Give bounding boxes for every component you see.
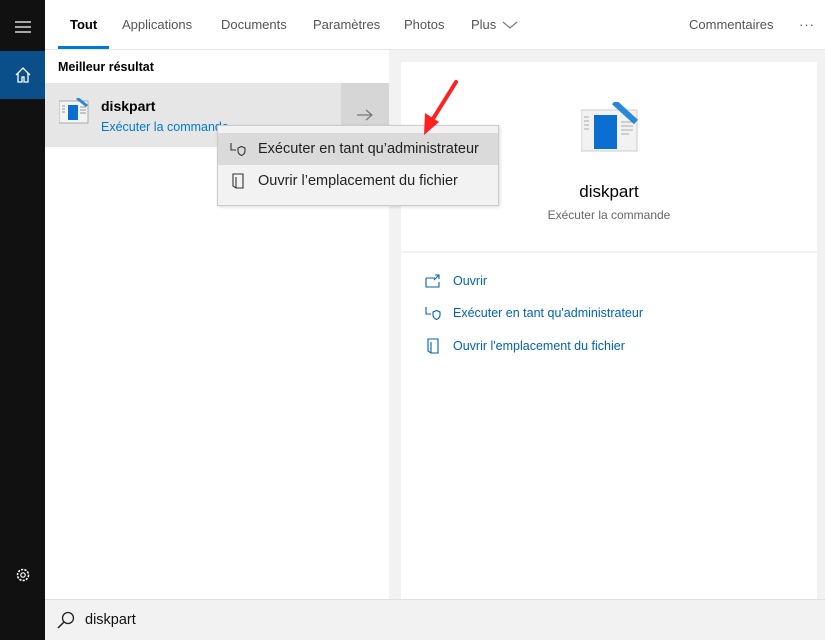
tab-tout[interactable]: Tout	[57, 0, 110, 49]
tab-plus-label: Plus	[471, 17, 497, 32]
action-open-location[interactable]: Ouvrir l'emplacement du fichier	[425, 338, 625, 354]
tab-parametres[interactable]: Paramètres	[313, 0, 380, 49]
search-bar[interactable]: diskpart	[45, 599, 825, 640]
tab-photos[interactable]: Photos	[404, 0, 444, 49]
search-input[interactable]: diskpart	[85, 612, 136, 628]
diskpart-app-icon	[59, 98, 89, 124]
folder-location-icon	[232, 173, 244, 189]
diskpart-large-icon	[581, 102, 639, 152]
context-run-as-admin-label: Exécuter en tant qu’administrateur	[258, 141, 479, 157]
settings-button[interactable]	[0, 551, 45, 599]
shield-icon	[425, 307, 441, 320]
gear-icon	[16, 568, 29, 582]
tab-documents[interactable]: Documents	[221, 0, 287, 49]
more-options-button[interactable]: ···	[799, 0, 815, 49]
open-icon	[425, 274, 440, 288]
tab-applications[interactable]: Applications	[122, 0, 192, 49]
hamburger-icon	[14, 21, 31, 33]
tab-plus[interactable]: Plus	[471, 0, 518, 49]
tab-bar: Tout Applications Documents Paramètres P…	[45, 0, 825, 50]
search-icon	[57, 611, 75, 629]
chevron-down-icon	[502, 21, 518, 29]
context-open-location[interactable]: Ouvrir l’emplacement du fichier	[218, 165, 498, 197]
arrow-right-icon	[357, 109, 373, 121]
action-run-as-admin-label: Exécuter en tant qu'administrateur	[453, 306, 643, 320]
shield-icon	[230, 143, 246, 156]
best-result-name: diskpart	[101, 98, 156, 114]
context-open-location-label: Ouvrir l’emplacement du fichier	[258, 173, 458, 189]
sidebar	[0, 0, 45, 640]
best-result-subtitle: Exécuter la commande	[101, 120, 229, 134]
action-open-label: Ouvrir	[453, 274, 488, 288]
action-open[interactable]: Ouvrir	[425, 274, 487, 288]
action-run-as-admin[interactable]: Exécuter en tant qu'administrateur	[425, 306, 643, 320]
annotation-arrow	[424, 80, 458, 135]
section-heading: Meilleur résultat	[58, 60, 154, 74]
feedback-link[interactable]: Commentaires	[689, 0, 774, 49]
menu-button[interactable]	[0, 3, 45, 51]
detail-actions-card: Ouvrir Exécuter en tant qu'administrateu…	[401, 253, 817, 600]
action-open-location-label: Ouvrir l'emplacement du fichier	[453, 339, 625, 353]
folder-location-icon	[427, 338, 439, 354]
home-icon	[15, 67, 30, 83]
detail-subtitle: Exécuter la commande	[547, 208, 671, 222]
sidebar-home[interactable]	[0, 51, 45, 99]
